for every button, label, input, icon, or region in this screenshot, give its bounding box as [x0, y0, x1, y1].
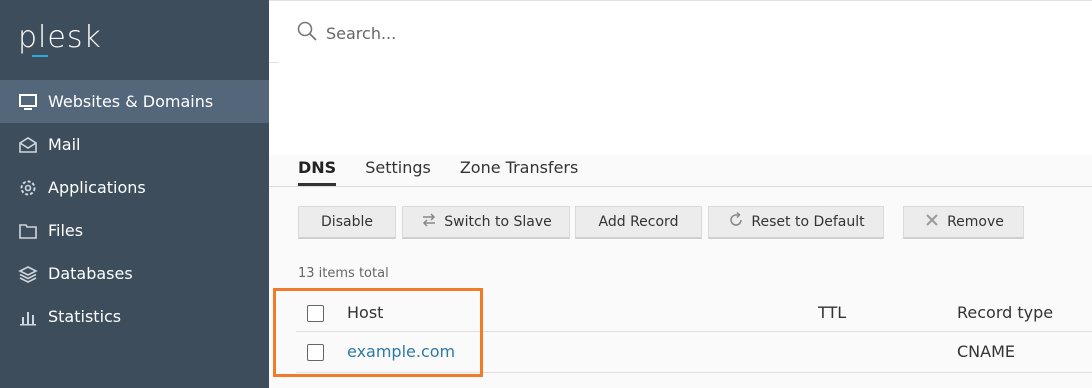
envelope-icon — [18, 135, 38, 155]
highlight-annotation — [273, 288, 483, 377]
sidebar-item-applications[interactable]: Applications — [0, 166, 269, 209]
top-divider — [269, 0, 1092, 1]
sidebar: plesk Websites & Domains Mail Applicatio… — [0, 0, 269, 388]
search-icon — [296, 20, 318, 46]
tab-bar: DNS Settings Zone Transfers — [298, 158, 607, 186]
add-record-label: Add Record — [598, 214, 679, 230]
layers-icon — [18, 264, 38, 284]
search-box[interactable] — [296, 20, 626, 46]
bar-chart-icon — [18, 307, 38, 327]
disable-button[interactable]: Disable — [298, 206, 396, 239]
switch-to-slave-button[interactable]: Switch to Slave — [402, 206, 570, 239]
sidebar-item-label: Applications — [48, 178, 146, 197]
sidebar-item-label: Mail — [48, 135, 81, 154]
sidebar-nav: Websites & Domains Mail Applications Fil… — [0, 80, 269, 338]
sidebar-item-label: Websites & Domains — [48, 92, 214, 111]
sidebar-item-mail[interactable]: Mail — [0, 123, 269, 166]
tab-settings[interactable]: Settings — [365, 158, 431, 186]
reset-to-default-label: Reset to Default — [751, 214, 865, 230]
folder-icon — [18, 221, 38, 241]
header-divider — [269, 62, 279, 63]
column-record-type[interactable]: Record type — [957, 303, 1053, 322]
sidebar-item-label: Files — [48, 221, 84, 240]
column-ttl[interactable]: TTL — [818, 303, 846, 322]
row-record-type: CNAME — [957, 342, 1015, 361]
sidebar-item-label: Statistics — [48, 307, 122, 326]
items-total: 13 items total — [298, 266, 389, 281]
reset-to-default-button[interactable]: Reset to Default — [708, 206, 884, 239]
switch-arrows-icon — [420, 211, 438, 233]
gear-icon — [18, 178, 38, 198]
reset-icon — [727, 211, 745, 233]
sidebar-item-statistics[interactable]: Statistics — [0, 295, 269, 338]
add-record-button[interactable]: Add Record — [575, 206, 702, 239]
disable-button-label: Disable — [321, 214, 373, 230]
remove-button[interactable]: Remove — [903, 206, 1024, 239]
tab-dns[interactable]: DNS — [298, 158, 337, 186]
monitor-icon — [18, 92, 38, 112]
switch-to-slave-label: Switch to Slave — [444, 214, 552, 230]
tab-zone-transfers[interactable]: Zone Transfers — [460, 158, 579, 186]
sidebar-item-files[interactable]: Files — [0, 209, 269, 252]
sidebar-item-websites-domains[interactable]: Websites & Domains — [0, 80, 269, 123]
search-input[interactable] — [326, 23, 626, 43]
remove-x-icon — [923, 211, 941, 233]
sidebar-item-label: Databases — [48, 264, 133, 283]
tabs-divider — [269, 186, 1092, 187]
sidebar-item-databases[interactable]: Databases — [0, 252, 269, 295]
remove-label: Remove — [947, 214, 1004, 230]
plesk-logo[interactable]: plesk — [18, 20, 102, 55]
logo-accent — [32, 55, 48, 57]
